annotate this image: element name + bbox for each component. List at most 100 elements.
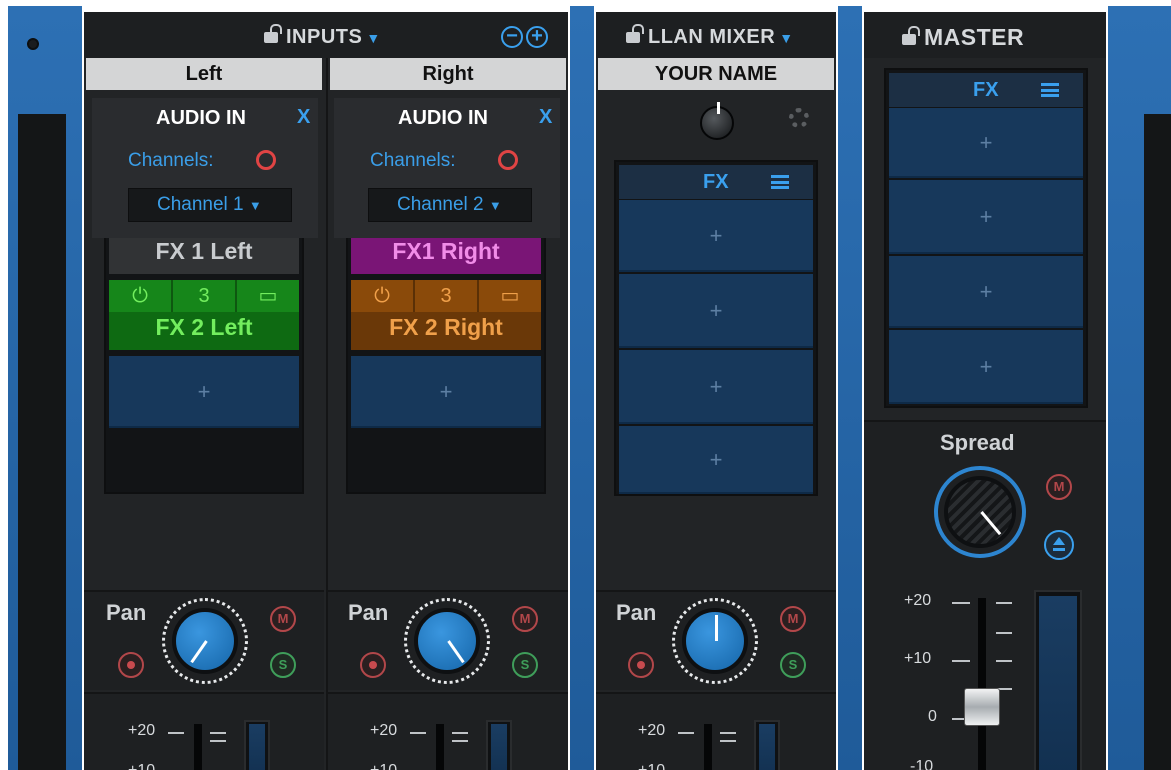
chevron-down-icon: ▼ <box>366 30 381 46</box>
fx-slot-empty[interactable]: + <box>109 356 299 428</box>
mute-button[interactable]: M <box>270 606 296 632</box>
fader-section: +20 +10 <box>596 692 836 770</box>
gain-knob[interactable] <box>700 102 734 140</box>
fx-slot-empty[interactable]: + <box>351 356 541 428</box>
channel-select[interactable]: Channel 1 ▼ <box>128 188 292 222</box>
scale-label: +10 <box>904 650 932 667</box>
fx-rack: FX + + + + <box>614 160 818 496</box>
pan-label: Pan <box>616 600 657 625</box>
chevron-down-icon: ▼ <box>248 198 262 213</box>
solo-button[interactable]: S <box>512 652 538 678</box>
fx-slot-empty[interactable]: + <box>889 256 1083 328</box>
llan-mixer-panel: LLAN MIXER ▼ YOUR NAME FX + + + + Pan M S <box>596 12 836 770</box>
solo-button[interactable]: S <box>270 652 296 678</box>
window-icon[interactable]: ▭ <box>237 280 299 312</box>
inputs-title[interactable]: INPUTS ▼ <box>264 24 381 49</box>
mute-button[interactable]: M <box>512 606 538 632</box>
fx-slot[interactable]: ⏻ 3 ▭ FX 2 Right <box>351 280 541 350</box>
spread-knob[interactable] <box>944 476 1016 548</box>
channel-name[interactable]: YOUR NAME <box>598 58 834 90</box>
close-icon[interactable]: X <box>539 106 552 129</box>
fx-rack: FX + + + + <box>884 68 1088 408</box>
fx-slot-empty[interactable]: + <box>619 426 813 494</box>
pan-knob[interactable] <box>172 608 238 674</box>
screw-icon <box>27 38 39 50</box>
spread-label: Spread <box>940 430 1015 455</box>
popup-title: AUDIO IN <box>156 107 246 129</box>
unlock-icon[interactable] <box>264 24 282 43</box>
power-icon[interactable]: ⏻ <box>351 280 415 312</box>
level-meter <box>244 720 270 770</box>
pan-label: Pan <box>106 600 147 625</box>
fx-name: FX 1 Left <box>155 238 253 264</box>
close-icon[interactable]: X <box>297 106 310 129</box>
level-meter <box>754 720 780 770</box>
fx-slot-empty[interactable]: + <box>889 180 1083 254</box>
master-header: MASTER <box>864 12 1106 58</box>
fx-order: 3 <box>415 280 479 312</box>
channel-name[interactable]: Left <box>86 58 322 90</box>
unlock-icon[interactable] <box>902 26 920 45</box>
scale-label: +20 <box>128 722 156 739</box>
power-icon[interactable]: ⏻ <box>109 280 173 312</box>
fx-slot-empty[interactable]: + <box>619 274 813 348</box>
volume-fader[interactable] <box>194 724 202 770</box>
scale-label: +10 <box>370 762 397 770</box>
master-fader[interactable] <box>978 598 986 770</box>
audio-in-popup: AUDIO IN X Channels: Channel 2 ▼ <box>334 98 560 238</box>
channel-name[interactable]: Right <box>330 58 566 90</box>
pan-section: Pan M S <box>596 590 836 690</box>
scale-label: +20 <box>638 722 666 739</box>
fx-slot-empty[interactable]: + <box>889 330 1083 404</box>
channels-label: Channels: <box>370 150 456 171</box>
menu-icon[interactable] <box>1041 83 1059 97</box>
window-icon[interactable]: ▭ <box>479 280 541 312</box>
fx-slot-empty[interactable]: + <box>889 108 1083 178</box>
audio-in-popup: AUDIO IN X Channels: Channel 1 ▼ <box>92 98 318 238</box>
record-button[interactable] <box>118 652 144 678</box>
fader-section: +20 +10 <box>84 692 324 770</box>
mute-button[interactable]: M <box>780 606 806 632</box>
record-ring-icon[interactable] <box>498 150 518 170</box>
master-panel: MASTER FX + + + + Spread M +20 +10 0 -10 <box>864 12 1106 770</box>
record-ring-icon[interactable] <box>256 150 276 170</box>
channels-label: Channels: <box>128 150 214 171</box>
pan-label: Pan <box>348 600 389 625</box>
eject-icon[interactable] <box>1044 530 1074 560</box>
solo-button[interactable]: S <box>780 652 806 678</box>
channel-select[interactable]: Channel 2 ▼ <box>368 188 532 222</box>
mute-button[interactable]: M <box>1046 474 1072 500</box>
record-button[interactable] <box>628 652 654 678</box>
scale-label: +20 <box>904 592 932 609</box>
scale-label: +20 <box>370 722 398 739</box>
unlock-icon[interactable] <box>626 24 644 43</box>
fx-slot[interactable]: ⏻ 3 ▭ FX 2 Left <box>109 280 299 350</box>
pan-section: Pan M S <box>84 590 324 690</box>
fx-rack-header: FX <box>619 165 813 199</box>
gear-icon[interactable] <box>789 108 809 128</box>
pan-section: Pan M S <box>328 590 568 690</box>
pan-knob[interactable] <box>682 608 748 674</box>
fx-name: FX 2 Left <box>155 314 253 340</box>
master-title[interactable]: MASTER <box>902 24 1024 51</box>
volume-fader[interactable] <box>436 724 444 770</box>
fx-name: FX 2 Right <box>389 314 503 340</box>
fx-order: 3 <box>173 280 237 312</box>
inputs-panel: INPUTS▼ − + Left + ⏻ 2 ▭ FX 1 Left <box>84 12 568 770</box>
fx-label: FX <box>703 171 729 193</box>
volume-fader[interactable] <box>704 724 712 770</box>
master-fader-cap[interactable] <box>964 688 1000 726</box>
chevron-down-icon: ▼ <box>779 30 794 46</box>
channel-strip-right: Right + ⏻ 2 ▭ FX1 Right ⏻ 3 ▭ <box>326 58 568 770</box>
remove-channel-button[interactable]: − <box>501 26 523 48</box>
fx-slot-empty[interactable]: + <box>619 350 813 424</box>
menu-icon[interactable] <box>771 175 789 189</box>
record-button[interactable] <box>360 652 386 678</box>
pan-knob[interactable] <box>414 608 480 674</box>
fx-slot-empty[interactable]: + <box>619 200 813 272</box>
llan-mixer-title[interactable]: LLAN MIXER ▼ <box>626 24 794 49</box>
divider-frame-1 <box>570 6 594 770</box>
add-channel-button[interactable]: + <box>526 26 548 48</box>
fader-section: +20 +10 <box>328 692 568 770</box>
fx-rack-header: FX <box>889 73 1083 107</box>
